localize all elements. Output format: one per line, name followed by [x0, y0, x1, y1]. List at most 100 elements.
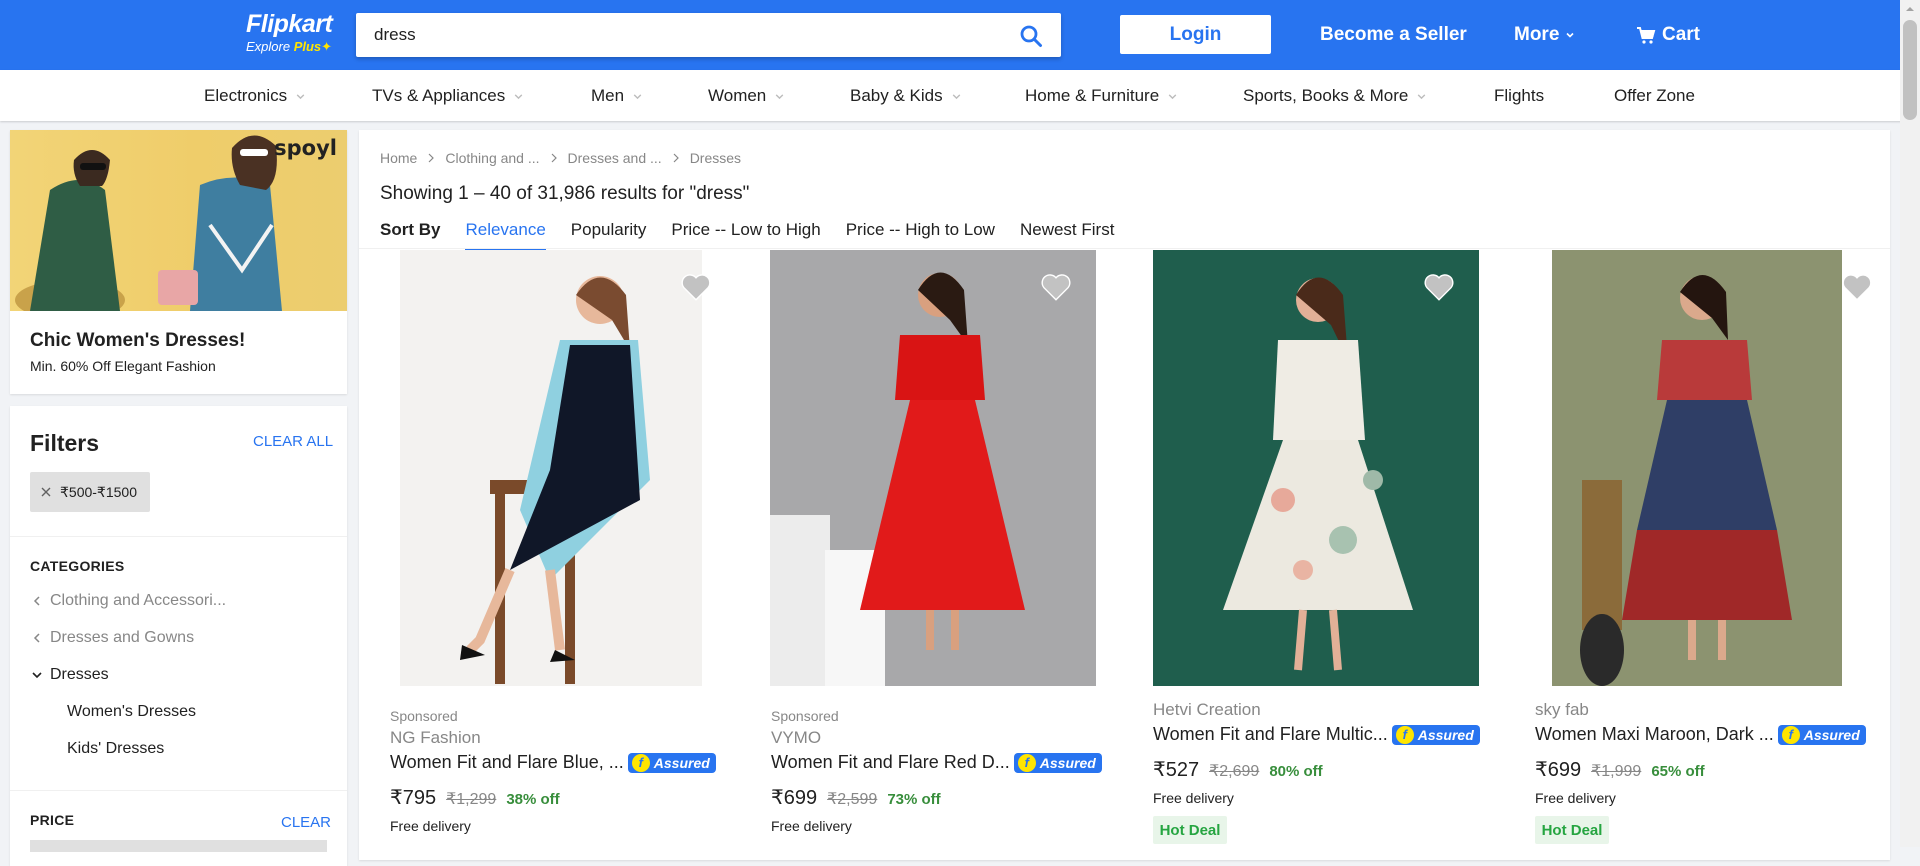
category-womens-dresses[interactable]: Women's Dresses: [67, 703, 196, 721]
sort-relevance[interactable]: Relevance: [465, 220, 546, 250]
product-photo: [770, 272, 1025, 686]
crumb-dresses-gowns[interactable]: Dresses and ...: [568, 150, 662, 166]
crumb-clothing[interactable]: Clothing and ...: [445, 150, 539, 166]
nav-men[interactable]: Men: [591, 86, 643, 106]
sort-price-high-low[interactable]: Price -- High to Low: [846, 220, 995, 250]
product-card[interactable]: sky fab Women Maxi Maroon, Dark ... f Ass…: [1505, 250, 1887, 860]
scroll-up-arrow-icon[interactable]: [1905, 4, 1915, 14]
hot-deal-badge: Hot Deal: [1535, 816, 1609, 844]
sort-newest[interactable]: Newest First: [1020, 220, 1114, 250]
more-menu[interactable]: More: [1514, 24, 1575, 46]
product-photo: [1223, 277, 1413, 671]
become-seller-link[interactable]: Become a Seller: [1320, 24, 1467, 46]
category-dresses-gowns[interactable]: Dresses and Gowns: [32, 629, 194, 647]
nav-baby-kids[interactable]: Baby & Kids: [850, 86, 962, 106]
cart-icon: [1637, 27, 1656, 44]
category-label: Clothing and Accessori...: [50, 592, 227, 609]
sort-label: Sort By: [380, 220, 441, 239]
category-label: Dresses and Gowns: [50, 629, 195, 646]
search-input[interactable]: [374, 13, 994, 57]
nav-home-furniture[interactable]: Home & Furniture: [1025, 86, 1178, 106]
delivery-info: Free delivery: [390, 818, 471, 834]
price-slider-track[interactable]: [30, 840, 327, 852]
crumb-home[interactable]: Home: [380, 150, 417, 166]
nav-women[interactable]: Women: [708, 86, 785, 106]
category-kids-dresses[interactable]: Kids' Dresses: [67, 740, 164, 758]
product-mrp: ₹2,599: [827, 791, 878, 808]
price-clear-button[interactable]: CLEAR: [281, 814, 331, 831]
plus-icon: ✦: [321, 39, 333, 54]
product-brand: sky fab: [1535, 700, 1589, 719]
delivery-info: Free delivery: [1535, 790, 1616, 806]
crumb-dresses[interactable]: Dresses: [690, 150, 741, 166]
scrollbar-thumb[interactable]: [1903, 20, 1917, 120]
wishlist-heart-icon[interactable]: [1840, 270, 1874, 304]
product-mrp: ₹1,299: [446, 791, 497, 808]
promo-brand: spoyl: [274, 136, 337, 160]
logo-name: Flipkart: [246, 10, 333, 38]
assured-label: Assured: [1417, 726, 1474, 743]
product-mrp: ₹1,999: [1591, 763, 1642, 780]
chevron-left-icon: [33, 596, 40, 606]
flipkart-f-icon: f: [1395, 725, 1414, 744]
active-filter-chip[interactable]: ₹500-₹1500: [30, 472, 150, 512]
close-icon[interactable]: [40, 486, 52, 498]
assured-badge: f Assured: [627, 752, 716, 773]
search-icon[interactable]: [1019, 24, 1043, 48]
login-button[interactable]: Login: [1120, 15, 1271, 54]
product-title-text: Women Fit and Flare Blue, ...: [390, 752, 624, 772]
sort-price-low-high[interactable]: Price -- Low to High: [671, 220, 820, 250]
product-title[interactable]: Women Fit and Flare Multic... f Assured: [1153, 724, 1480, 745]
filters-panel: Filters CLEAR ALL ₹500-₹1500 CATEGORIES …: [10, 406, 347, 866]
wishlist-heart-icon[interactable]: [1039, 270, 1073, 304]
product-title[interactable]: Women Fit and Flare Blue, ... f Assured: [390, 752, 716, 773]
nav-label: TVs & Appliances: [372, 86, 506, 105]
flipkart-logo[interactable]: Flipkart Explore Plus✦: [246, 10, 346, 60]
logo-plus: Plus: [293, 39, 322, 54]
categories-heading: CATEGORIES: [30, 558, 125, 574]
product-brand: Hetvi Creation: [1153, 700, 1261, 719]
product-title[interactable]: Women Fit and Flare Red D... f Assured: [771, 752, 1102, 773]
clear-all-button[interactable]: CLEAR ALL: [253, 433, 333, 450]
nav-offer-zone[interactable]: Offer Zone: [1614, 86, 1695, 106]
page-scrollbar[interactable]: [1900, 0, 1920, 847]
category-label: Women's Dresses: [67, 703, 197, 720]
product-image[interactable]: [1153, 250, 1479, 686]
assured-badge: f Assured: [1777, 724, 1866, 745]
chevron-left-icon: [33, 633, 40, 643]
promo-banner[interactable]: spoyl Chic Women's Dresses! Min. 60% Off…: [10, 130, 347, 394]
sort-popularity[interactable]: Popularity: [571, 220, 647, 250]
filters-title: Filters: [30, 430, 100, 456]
product-title[interactable]: Women Maxi Maroon, Dark ... f Assured: [1535, 724, 1866, 745]
chevron-down-icon: [1418, 93, 1426, 99]
top-header: Flipkart Explore Plus✦ Login Become a Se…: [0, 0, 1920, 70]
product-image[interactable]: [400, 250, 702, 686]
nav-label: Men: [591, 86, 625, 105]
chevron-right-icon: [428, 153, 435, 163]
nav-label: Home & Furniture: [1025, 86, 1160, 105]
product-card[interactable]: Sponsored NG Fashion Women Fit and Flare…: [359, 250, 741, 860]
nav-flights[interactable]: Flights: [1494, 86, 1544, 106]
nav-tvs-appliances[interactable]: TVs & Appliances: [372, 86, 524, 106]
cart-link[interactable]: Cart: [1636, 24, 1700, 46]
product-discount: 65% off: [1651, 763, 1705, 780]
product-brand: NG Fashion: [390, 728, 481, 747]
nav-sports-books[interactable]: Sports, Books & More: [1243, 86, 1427, 106]
price-heading: PRICE: [30, 812, 75, 828]
category-dresses[interactable]: Dresses: [32, 666, 109, 684]
assured-label: Assured: [653, 754, 710, 771]
wishlist-heart-icon[interactable]: [679, 270, 713, 304]
product-card[interactable]: Sponsored VYMO Women Fit and Flare Red D…: [741, 250, 1123, 860]
nav-electronics[interactable]: Electronics: [204, 86, 306, 106]
assured-badge: f Assured: [1013, 752, 1102, 773]
product-photo: [460, 276, 650, 684]
logo-explore: Explore: [246, 39, 291, 54]
wishlist-heart-icon[interactable]: [1422, 270, 1456, 304]
product-price: ₹795: [390, 787, 437, 809]
chevron-down-icon: [633, 93, 642, 99]
product-card[interactable]: Hetvi Creation Women Fit and Flare Multi…: [1123, 250, 1505, 860]
product-image[interactable]: [1552, 250, 1842, 686]
product-price: ₹527: [1153, 759, 1200, 781]
category-clothing[interactable]: Clothing and Accessori...: [32, 592, 226, 610]
product-image[interactable]: [770, 250, 1096, 686]
